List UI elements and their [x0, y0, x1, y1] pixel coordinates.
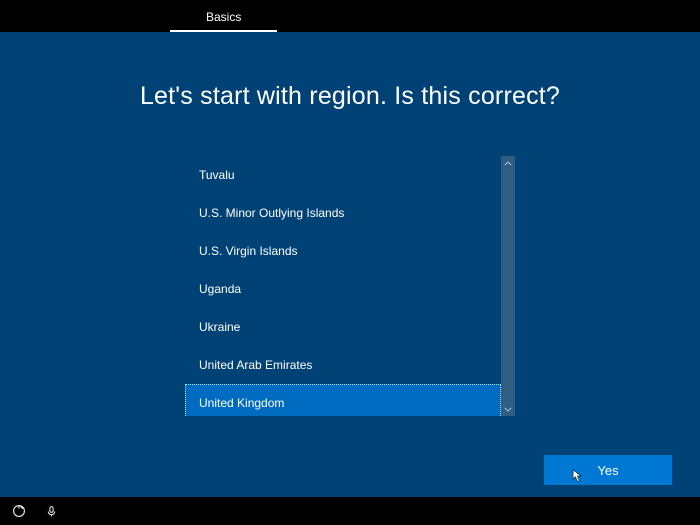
list-item[interactable]: United Kingdom	[185, 384, 501, 416]
page-title: Let's start with region. Is this correct…	[70, 82, 630, 111]
top-bar: Basics	[0, 0, 700, 32]
tab-basics[interactable]: Basics	[170, 2, 277, 32]
main-content: Let's start with region. Is this correct…	[0, 32, 700, 416]
bottom-bar	[0, 497, 700, 525]
region-list-container: TuvaluU.S. Minor Outlying IslandsU.S. Vi…	[185, 156, 515, 416]
region-list[interactable]: TuvaluU.S. Minor Outlying IslandsU.S. Vi…	[185, 156, 501, 416]
list-item[interactable]: Uganda	[185, 270, 501, 308]
scrollbar[interactable]	[501, 156, 515, 416]
list-item[interactable]: U.S. Minor Outlying Islands	[185, 194, 501, 232]
microphone-icon[interactable]	[44, 504, 58, 518]
list-item[interactable]: United Arab Emirates	[185, 346, 501, 384]
list-item[interactable]: U.S. Virgin Islands	[185, 232, 501, 270]
list-item[interactable]: Tuvalu	[185, 156, 501, 194]
accessibility-icon[interactable]	[12, 504, 26, 518]
chevron-down-icon[interactable]	[501, 402, 515, 416]
yes-button[interactable]: Yes	[544, 455, 672, 485]
list-item[interactable]: Ukraine	[185, 308, 501, 346]
chevron-up-icon[interactable]	[501, 156, 515, 170]
